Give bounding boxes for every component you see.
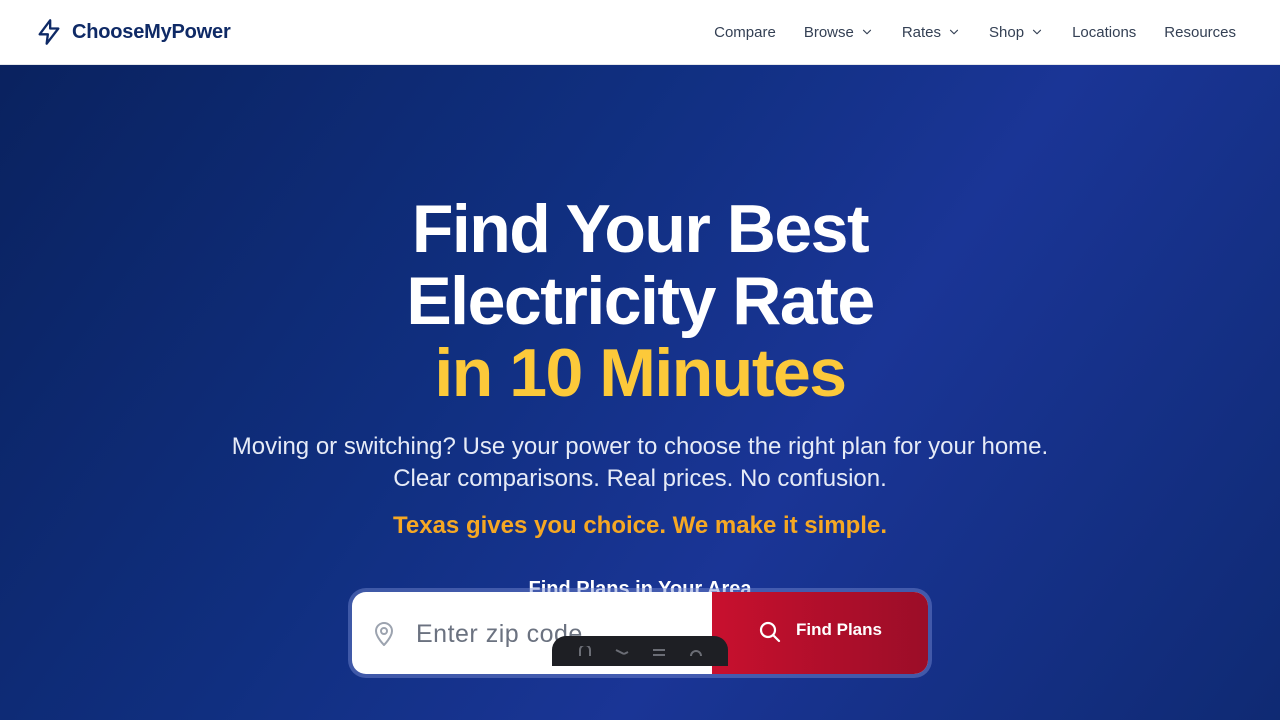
brand-logo-link[interactable]: ChooseMyPower [35,18,231,46]
hero-title-line-1: Find Your Best [411,191,870,267]
find-plans-button[interactable]: Find Plans [712,592,928,674]
toolbar-menu-icon[interactable] [651,646,667,656]
toolbar-settings-icon[interactable] [688,646,704,656]
find-plans-button-label: Find Plans [796,620,882,639]
floating-toolbar [552,636,728,666]
brand-name: ChooseMyPower [72,20,231,43]
chevron-down-icon [949,29,959,35]
toolbar-pen-icon[interactable] [614,646,630,656]
search-icon [759,621,781,643]
nav-item-label: Compare [714,23,776,41]
chevron-down-icon [862,29,871,35]
hero-subtitle-line-1: Moving or switching? Use your power to c… [231,433,1049,460]
hero-tagline: Texas gives you choice. We make it simpl… [393,512,887,539]
nav-item-label: Browse [803,23,854,41]
site-header: ChooseMyPower Compare Browse Rates Shop … [0,0,1280,65]
nav-item-compare[interactable]: Compare [714,24,776,41]
nav-item-label: Shop [989,23,1025,41]
lightning-bolt-icon [38,19,60,45]
nav-item-label: Resources [1164,23,1236,41]
chevron-down-icon [1032,29,1042,35]
hero-title-accent: in 10 Minutes [434,335,847,411]
hero-title: Find Your Best Electricity Rate in 10 Mi… [0,193,1280,409]
hero-section: Find Your Best Electricity Rate in 10 Mi… [0,65,1280,720]
nav-item-shop[interactable]: Shop [989,24,1044,41]
nav-item-resources[interactable]: Resources [1164,24,1236,41]
hero-title-line-2: Electricity Rate [406,263,875,339]
main-nav: Compare Browse Rates Shop Locations Reso… [714,24,1236,41]
toolbar-tool-icon[interactable] [577,646,593,656]
nav-item-label: Locations [1072,23,1137,41]
nav-item-rates[interactable]: Rates [902,24,961,41]
nav-item-browse[interactable]: Browse [804,24,874,41]
nav-item-label: Rates [901,23,942,41]
hero-subtitle-line-2: Clear comparisons. Real prices. No confu… [393,465,887,492]
map-pin-icon [375,622,393,646]
hero-subtitle: Moving or switching? Use your power to c… [0,431,1280,495]
nav-item-locations[interactable]: Locations [1072,24,1136,41]
